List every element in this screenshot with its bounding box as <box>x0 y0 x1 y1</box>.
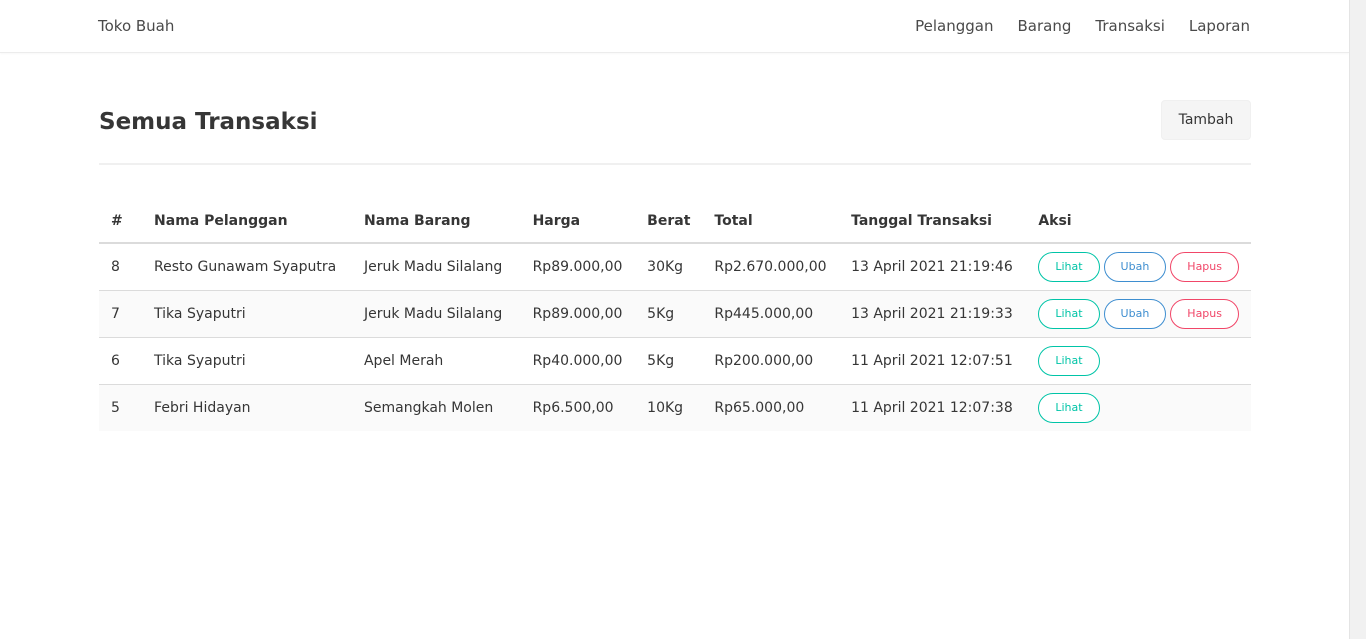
cell-customer: Febri Hidayan <box>142 384 352 431</box>
cell-price: Rp89.000,00 <box>520 290 636 338</box>
lihat-button[interactable]: Lihat <box>1038 251 1100 282</box>
table-row: 6 Tika Syaputri Apel Merah Rp40.000,00 5Kg Rp… <box>99 337 1251 385</box>
ubah-button[interactable]: Ubah <box>1103 298 1167 329</box>
cell-item: Jeruk Madu Silalang <box>351 243 521 291</box>
cell-weight: 5Kg <box>635 290 703 338</box>
cell-date: 11 April 2021 12:07:38 <box>839 384 1027 431</box>
cell-actions: Lihat <box>1026 337 1251 385</box>
nav-link-transaksi[interactable]: Transaksi <box>1095 17 1165 35</box>
cell-customer: Resto Gunawam Syaputra <box>142 243 352 291</box>
action-group: Lihat Ubah Hapus <box>1038 298 1239 329</box>
table-row: 5 Febri Hidayan Semangkah Molen Rp6.500,00 1… <box>99 384 1251 431</box>
cell-total: Rp200.000,00 <box>702 337 840 385</box>
cell-total: Rp2.670.000,00 <box>702 243 840 291</box>
page-title: Semua Transaksi <box>99 109 318 135</box>
cell-total: Rp65.000,00 <box>702 384 840 431</box>
col-header-customer: Nama Pelanggan <box>142 199 352 244</box>
table-header-row: # Nama Pelanggan Nama Barang Harga Berat… <box>99 199 1251 244</box>
transactions-table: # Nama Pelanggan Nama Barang Harga Berat… <box>99 199 1251 431</box>
col-header-number: # <box>99 199 143 244</box>
page-header: Semua Transaksi Tambah <box>99 54 1251 165</box>
hapus-button[interactable]: Hapus <box>1170 251 1239 282</box>
cell-actions: Lihat Ubah Hapus <box>1026 243 1251 291</box>
col-header-weight: Berat <box>635 199 703 244</box>
cell-weight: 30Kg <box>635 243 703 291</box>
cell-date: 11 April 2021 12:07:51 <box>839 337 1027 385</box>
action-group: Lihat <box>1038 345 1239 376</box>
table-row: 7 Tika Syaputri Jeruk Madu Silalang Rp89.00… <box>99 290 1251 338</box>
action-group: Lihat Ubah Hapus <box>1038 251 1239 282</box>
page: Toko Buah Pelanggan Barang Transaksi Lap… <box>0 0 1349 639</box>
nav-link-barang[interactable]: Barang <box>1018 17 1072 35</box>
cell-date: 13 April 2021 21:19:46 <box>839 243 1027 291</box>
cell-total: Rp445.000,00 <box>702 290 840 338</box>
cell-price: Rp89.000,00 <box>520 243 636 291</box>
col-header-date: Tanggal Transaksi <box>839 199 1027 244</box>
add-transaction-button[interactable]: Tambah <box>1161 100 1251 140</box>
cell-price: Rp40.000,00 <box>520 337 636 385</box>
cell-number: 5 <box>99 384 143 431</box>
cell-number: 6 <box>99 337 143 385</box>
nav-link-laporan[interactable]: Laporan <box>1189 17 1250 35</box>
cell-weight: 5Kg <box>635 337 703 385</box>
nav-links: Pelanggan Barang Transaksi Laporan <box>915 17 1250 35</box>
table-body: 8 Resto Gunawam Syaputra Jeruk Madu Silala… <box>99 243 1251 431</box>
lihat-button[interactable]: Lihat <box>1038 298 1100 329</box>
cell-actions: Lihat Ubah Hapus <box>1026 290 1251 338</box>
col-header-item: Nama Barang <box>351 199 521 244</box>
lihat-button[interactable]: Lihat <box>1038 392 1100 423</box>
nav-link-pelanggan[interactable]: Pelanggan <box>915 17 993 35</box>
cell-number: 8 <box>99 243 143 291</box>
vertical-scrollbar[interactable] <box>1349 0 1366 639</box>
cell-number: 7 <box>99 290 143 338</box>
cell-item: Semangkah Molen <box>351 384 521 431</box>
cell-price: Rp6.500,00 <box>520 384 636 431</box>
col-header-price: Harga <box>520 199 636 244</box>
cell-weight: 10Kg <box>635 384 703 431</box>
cell-customer: Tika Syaputri <box>142 337 352 385</box>
col-header-total: Total <box>702 199 840 244</box>
brand-link[interactable]: Toko Buah <box>98 17 174 35</box>
main-container: Semua Transaksi Tambah # Nama Pelanggan … <box>99 54 1251 431</box>
cell-item: Jeruk Madu Silalang <box>351 290 521 338</box>
col-header-actions: Aksi <box>1026 199 1251 244</box>
action-group: Lihat <box>1038 392 1239 423</box>
ubah-button[interactable]: Ubah <box>1103 251 1167 282</box>
cell-actions: Lihat <box>1026 384 1251 431</box>
navbar: Toko Buah Pelanggan Barang Transaksi Lap… <box>0 0 1349 53</box>
lihat-button[interactable]: Lihat <box>1038 345 1100 376</box>
cell-item: Apel Merah <box>351 337 521 385</box>
hapus-button[interactable]: Hapus <box>1170 298 1239 329</box>
cell-customer: Tika Syaputri <box>142 290 352 338</box>
cell-date: 13 April 2021 21:19:33 <box>839 290 1027 338</box>
table-row: 8 Resto Gunawam Syaputra Jeruk Madu Silala… <box>99 243 1251 291</box>
